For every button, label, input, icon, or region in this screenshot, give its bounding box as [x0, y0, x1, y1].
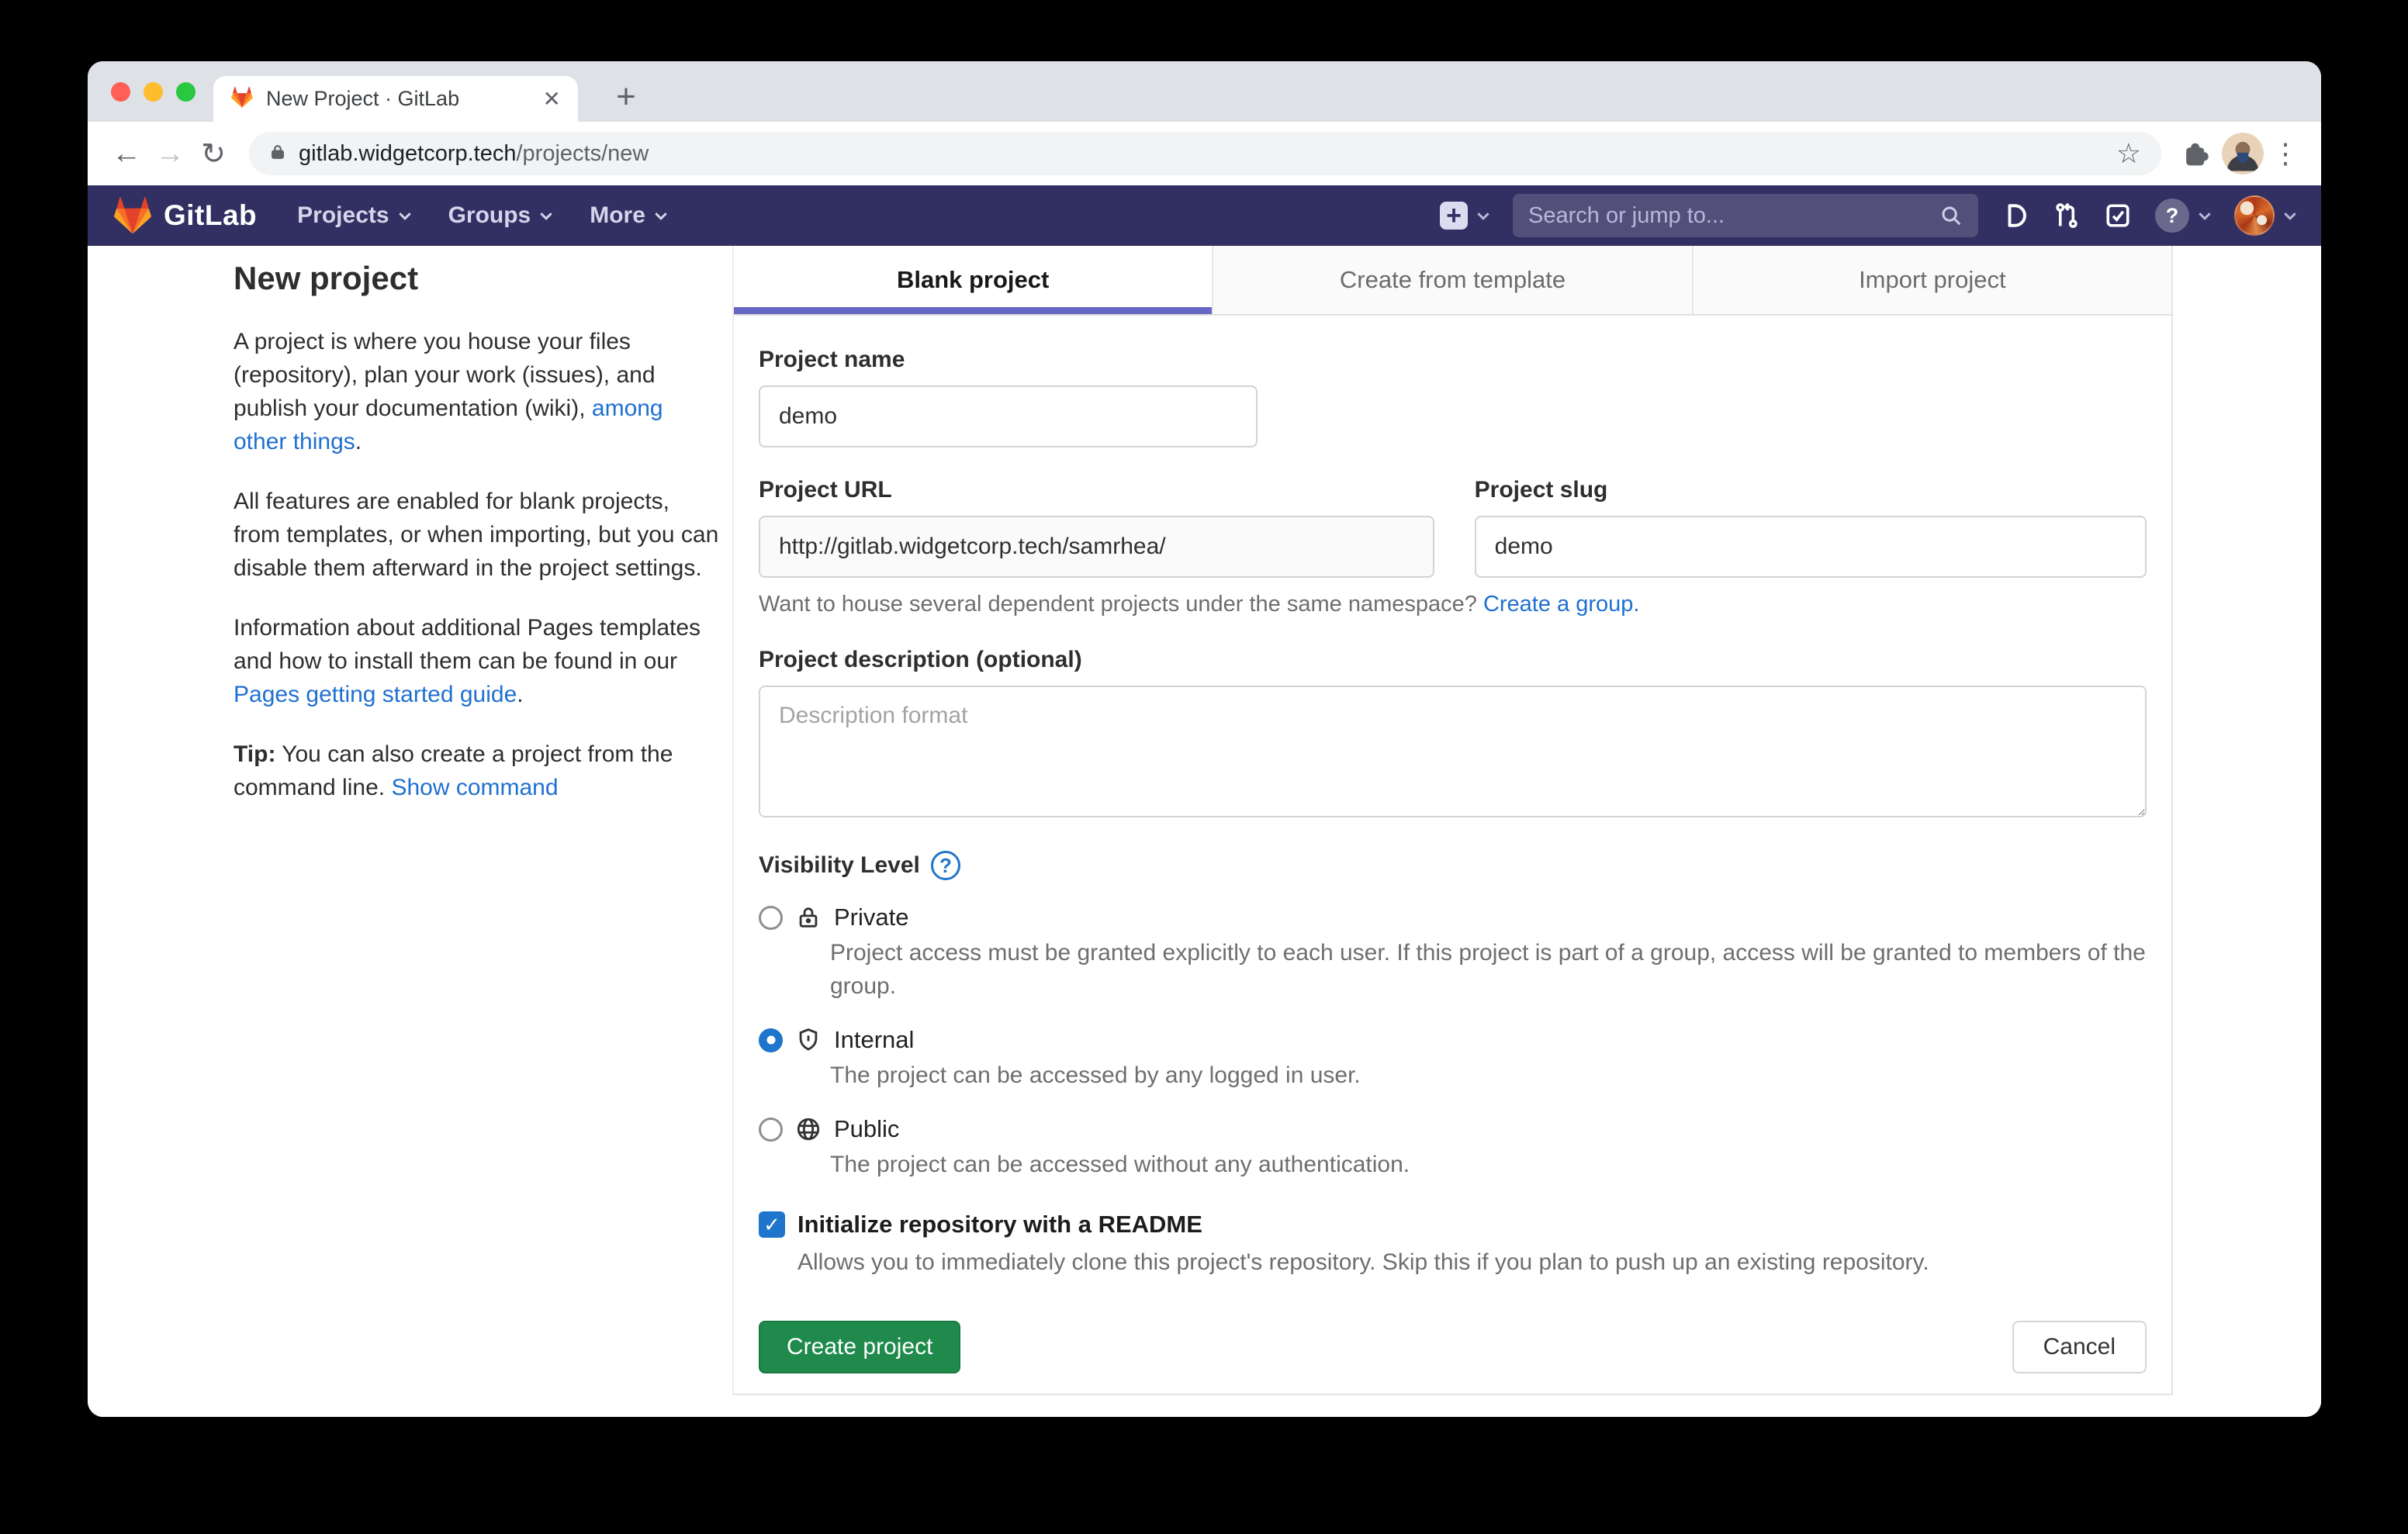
visibility-option-private: Private Project access must be granted e… [759, 903, 2147, 1003]
cancel-button[interactable]: Cancel [2012, 1321, 2147, 1373]
public-label: Public [834, 1115, 899, 1143]
plus-square-icon: + [1440, 202, 1468, 230]
shield-icon [795, 1027, 822, 1053]
gitlab-tanuki-icon [112, 196, 153, 235]
tab-import-project[interactable]: Import project [1694, 246, 2171, 314]
search-input[interactable] [1528, 203, 1939, 229]
gitlab-navbar: GitLab Projects Groups More + [88, 185, 2321, 246]
sidebar-paragraph-3: Information about additional Pages templ… [234, 611, 722, 711]
traffic-lights [111, 82, 195, 102]
sidebar-paragraph-2: All features are enabled for blank proje… [234, 485, 722, 585]
blank-project-form: Project name Project URL Project slug Wa… [734, 316, 2171, 1394]
bookmark-star-icon[interactable]: ☆ [2116, 137, 2141, 170]
public-radio[interactable] [759, 1118, 783, 1142]
help-menu[interactable]: ? [2155, 199, 2211, 233]
pages-guide-link[interactable]: Pages getting started guide [234, 682, 517, 707]
nav-item-projects[interactable]: Projects [297, 202, 410, 229]
sidebar-tip: Tip: You can also create a project from … [234, 738, 722, 804]
browser-profile-avatar[interactable] [2222, 133, 2264, 174]
back-icon[interactable]: ← [108, 135, 145, 172]
namespace-hint: Want to house several dependent projects… [759, 592, 2147, 617]
visibility-level-label: Visibility Level [759, 852, 920, 879]
address-bar[interactable]: gitlab.widgetcorp.tech/projects/new ☆ [249, 132, 2161, 175]
new-menu-button[interactable]: + [1440, 202, 1489, 230]
tab-blank-project[interactable]: Blank project [734, 246, 1213, 314]
refresh-icon[interactable]: ↻ [195, 135, 232, 172]
internal-label: Internal [834, 1026, 914, 1054]
private-radio[interactable] [759, 906, 783, 930]
nav-item-more[interactable]: More [590, 202, 667, 229]
forward-icon[interactable]: → [151, 135, 189, 172]
readme-label: Initialize repository with a README [797, 1211, 1202, 1239]
gitlab-logo[interactable]: GitLab [112, 196, 257, 235]
sidebar-paragraph-1: A project is where you house your files … [234, 325, 722, 458]
create-project-button[interactable]: Create project [759, 1321, 960, 1373]
browser-window: New Project · GitLab ✕ + ← → ↻ gitlab.wi… [88, 61, 2321, 1417]
visibility-option-public: Public The project can be accessed witho… [759, 1115, 2147, 1181]
project-name-input[interactable] [759, 385, 1258, 447]
project-slug-input[interactable] [1475, 516, 2147, 578]
user-avatar [2234, 195, 2275, 236]
visibility-option-internal: Internal The project can be accessed by … [759, 1026, 2147, 1092]
visibility-help-icon[interactable]: ? [931, 851, 960, 880]
chevron-down-icon [655, 212, 667, 220]
close-window-button[interactable] [111, 82, 130, 102]
nav-item-groups[interactable]: Groups [448, 202, 553, 229]
page-title: New project [234, 260, 722, 297]
chevron-down-icon [540, 212, 552, 220]
project-description-label: Project description (optional) [759, 647, 2147, 673]
chevron-down-icon [2199, 212, 2211, 220]
minimize-window-button[interactable] [144, 82, 163, 102]
project-type-tabs: Blank project Create from template Impor… [734, 246, 2171, 316]
tab-close-icon[interactable]: ✕ [543, 86, 561, 112]
search-icon [1939, 204, 1963, 227]
todos-icon[interactable] [2104, 202, 2132, 230]
browser-toolbar: ← → ↻ gitlab.widgetcorp.tech/projects/ne… [88, 122, 2321, 185]
lock-icon [795, 904, 822, 931]
gitlab-wordmark: GitLab [164, 199, 257, 232]
readme-checkbox[interactable]: ✓ [759, 1211, 785, 1238]
merge-requests-icon[interactable] [2053, 202, 2081, 230]
global-search[interactable] [1513, 194, 1978, 237]
issues-icon[interactable] [2001, 202, 2029, 230]
private-description: Project access must be granted explicitl… [830, 936, 2147, 1003]
chevron-down-icon [2284, 212, 2296, 220]
help-question-icon: ? [2155, 199, 2189, 233]
globe-icon [795, 1116, 822, 1142]
url-text: gitlab.widgetcorp.tech/projects/new [299, 141, 649, 167]
user-menu[interactable] [2234, 195, 2296, 236]
lock-icon [269, 141, 286, 167]
new-tab-button[interactable]: + [606, 77, 646, 117]
gitlab-favicon-icon [230, 86, 254, 112]
chevron-down-icon [399, 212, 411, 220]
page-content: New project A project is where you house… [88, 246, 2321, 1417]
internal-radio[interactable] [759, 1028, 783, 1052]
project-description-textarea[interactable] [759, 686, 2147, 817]
tab-create-from-template[interactable]: Create from template [1213, 246, 1693, 314]
browser-tab[interactable]: New Project · GitLab ✕ [213, 76, 578, 122]
project-name-label: Project name [759, 347, 2147, 373]
titlebar: New Project · GitLab ✕ + [88, 61, 2321, 122]
new-project-panel: Blank project Create from template Impor… [732, 246, 2173, 1395]
sidebar-help: New project A project is where you house… [234, 260, 722, 831]
show-command-link[interactable]: Show command [391, 775, 558, 800]
project-slug-label: Project slug [1475, 477, 2147, 503]
readme-description: Allows you to immediately clone this pro… [797, 1249, 2147, 1276]
tab-title: New Project · GitLab [266, 87, 531, 111]
private-label: Private [834, 903, 908, 931]
chevron-down-icon [1477, 212, 1489, 220]
browser-menu-kebab-icon[interactable]: ⋮ [2270, 137, 2301, 170]
project-url-input[interactable] [759, 516, 1434, 578]
extensions-puzzle-icon[interactable] [2178, 135, 2216, 172]
zoom-window-button[interactable] [176, 82, 195, 102]
project-url-label: Project URL [759, 477, 1434, 503]
public-description: The project can be accessed without any … [830, 1148, 2147, 1181]
internal-description: The project can be accessed by any logge… [830, 1059, 2147, 1092]
create-a-group-link[interactable]: Create a group. [1483, 592, 1640, 617]
